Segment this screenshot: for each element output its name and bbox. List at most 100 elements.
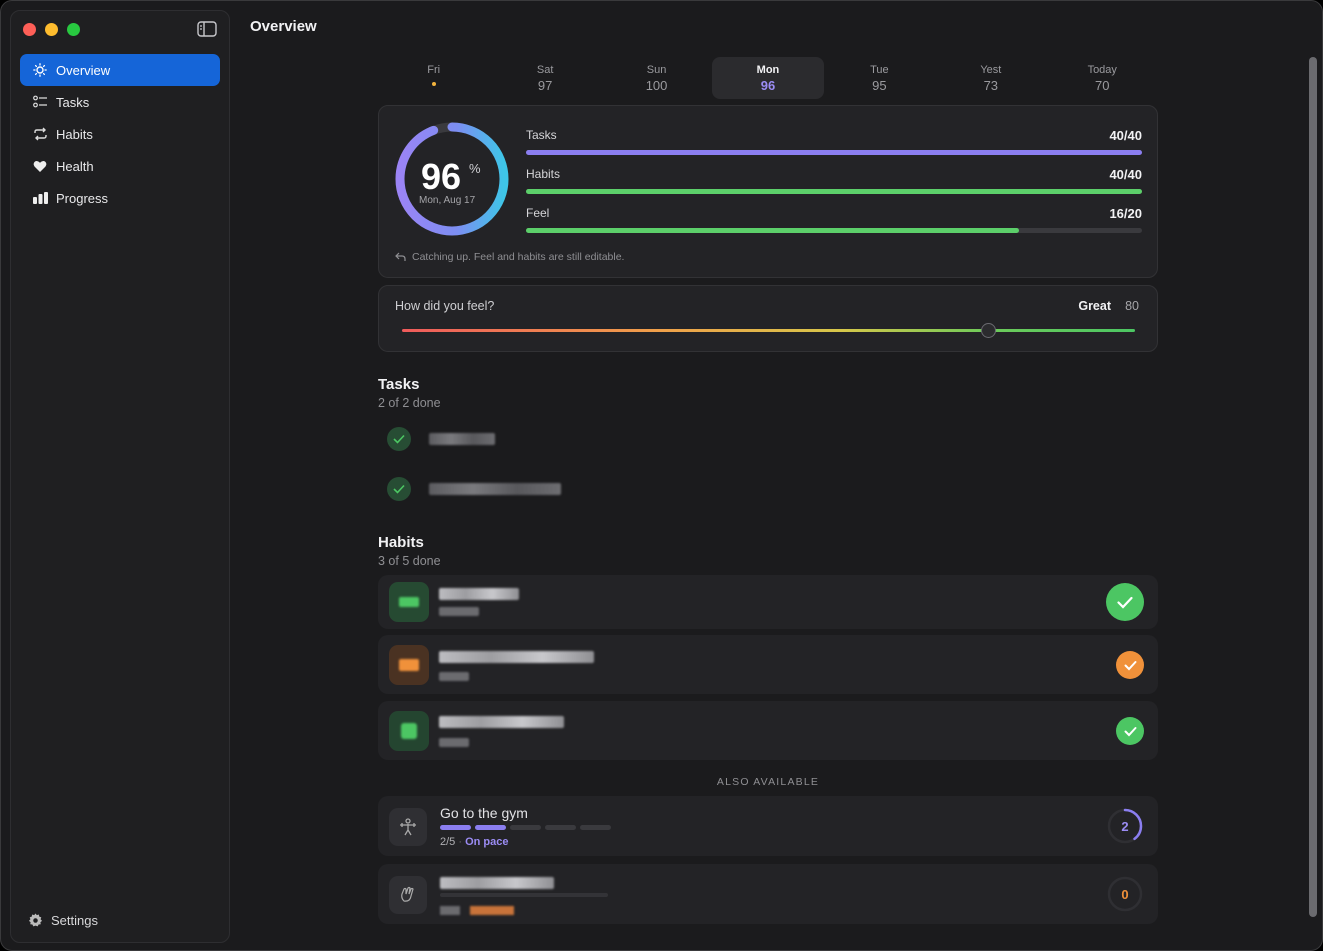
day-score: 97 [537, 78, 553, 93]
sidebar: Overview Tasks Habits Health Progress Se… [10, 10, 230, 943]
day-name: Sun [646, 64, 667, 76]
metric-bar [526, 150, 1142, 155]
habit-title-redacted [439, 716, 564, 728]
habit-icon [389, 582, 429, 622]
feel-slider-track[interactable] [402, 329, 1135, 332]
minimize-window-button[interactable] [45, 23, 58, 36]
available-habit-row[interactable]: Go to the gym 2/5 · On pace 2 [378, 796, 1158, 856]
checkmark-icon [1124, 660, 1136, 670]
day-score: 95 [872, 78, 887, 93]
metric-bar-fill [526, 150, 1142, 155]
day-score: 73 [983, 78, 999, 93]
available-habit-meta: 2/5 · On pace [440, 836, 509, 848]
day-name: Sat [536, 64, 554, 76]
feel-slider-thumb[interactable] [980, 323, 996, 338]
progress-segment [440, 825, 471, 830]
metric-value: 40/40 [1109, 167, 1142, 182]
day-tab-sun[interactable]: Sun 100 [601, 57, 712, 99]
sidebar-toggle-icon[interactable] [197, 21, 217, 37]
feel-card: How did you feel? Great 80 [378, 285, 1158, 352]
habit-title-redacted [439, 651, 594, 663]
settings-label: Settings [51, 912, 98, 928]
habit-subtitle-redacted [439, 738, 469, 747]
habits-section-title: Habits [378, 534, 424, 551]
checkmark-icon [393, 434, 405, 444]
metric-label: Tasks [526, 128, 557, 142]
sidebar-item-label: Progress [56, 190, 109, 206]
count-value: 2 [1121, 818, 1129, 834]
habit-done-button[interactable] [1116, 651, 1144, 679]
progress-segment [475, 825, 506, 830]
sidebar-item-habits[interactable]: Habits [20, 118, 220, 150]
metric-label: Feel [526, 206, 550, 220]
window-controls [23, 23, 80, 36]
pace-status: On pace [465, 836, 509, 848]
checkmark-icon [1117, 596, 1133, 609]
habit-subtitle-redacted [439, 672, 469, 681]
task-row[interactable] [387, 477, 561, 501]
undo-icon [395, 252, 406, 261]
note-text: Catching up. Feel and habits are still e… [412, 251, 625, 263]
scrollbar[interactable] [1309, 57, 1317, 917]
task-checkbox[interactable] [387, 477, 411, 501]
metric-value: 40/40 [1109, 128, 1142, 143]
sidebar-item-label: Tasks [56, 94, 90, 110]
day-name: Mon [756, 64, 780, 76]
habit-done-button[interactable] [1106, 583, 1144, 621]
repeat-icon [32, 126, 48, 142]
habit-row[interactable] [378, 701, 1158, 760]
close-window-button[interactable] [23, 23, 36, 36]
app-window: Overview Tasks Habits Health Progress Se… [0, 0, 1323, 951]
score-value: 96 [421, 156, 462, 197]
day-tab-fri[interactable]: Fri [378, 57, 489, 99]
day-tab-sat[interactable]: Sat 97 [489, 57, 600, 99]
metric-tasks: Tasks 40/40 [526, 128, 1142, 155]
day-name: Yest [980, 64, 1002, 76]
day-name: Tue [870, 64, 889, 76]
metric-bar-fill [526, 228, 1019, 233]
sidebar-item-health[interactable]: Health [20, 150, 220, 182]
metric-value: 16/20 [1109, 206, 1142, 221]
feel-value: 80 [1125, 299, 1139, 313]
day-tab-yest[interactable]: Yest 73 [935, 57, 1046, 99]
zoom-window-button[interactable] [67, 23, 80, 36]
sidebar-item-progress[interactable]: Progress [20, 182, 220, 214]
habit-icon [389, 645, 429, 685]
also-available-label: ALSO AVAILABLE [716, 776, 820, 788]
metric-label: Habits [526, 167, 561, 181]
sidebar-item-tasks[interactable]: Tasks [20, 86, 220, 118]
sidebar-item-label: Habits [56, 126, 93, 142]
task-title-redacted [429, 483, 561, 495]
metric-bar [526, 189, 1142, 194]
checklist-icon [32, 94, 48, 110]
count-value: 0 [1121, 886, 1129, 902]
progress-count: 2/5 [440, 836, 456, 848]
progress-segment [580, 825, 611, 830]
task-row[interactable] [387, 427, 495, 451]
feel-word: Great [1078, 299, 1111, 313]
available-habit-row[interactable]: 0 [378, 864, 1158, 924]
checkmark-icon [1124, 726, 1136, 736]
day-score: 96 [760, 78, 776, 93]
tasks-section-subtitle: 2 of 2 done [378, 396, 441, 410]
settings-button[interactable]: Settings [27, 912, 98, 928]
summary-card: 96 % Mon, Aug 17 Tasks 40/40 Habits 40/4… [378, 105, 1158, 278]
habit-done-button[interactable] [1116, 717, 1144, 745]
day-tab-mon[interactable]: Mon 96 [712, 57, 824, 99]
page-title: Overview [250, 18, 317, 35]
task-title-redacted [429, 433, 495, 445]
day-tab-today[interactable]: Today 70 [1047, 57, 1158, 99]
available-habit-name-redacted [440, 877, 554, 889]
habit-row[interactable] [378, 635, 1158, 694]
heart-icon [32, 158, 48, 174]
sidebar-nav: Overview Tasks Habits Health Progress [20, 54, 220, 214]
clap-icon [389, 876, 427, 914]
gear-icon [27, 912, 43, 928]
day-tab-tue[interactable]: Tue 95 [824, 57, 935, 99]
task-checkbox[interactable] [387, 427, 411, 451]
score-unit: % [469, 161, 481, 176]
habit-row[interactable] [378, 575, 1158, 629]
sidebar-item-overview[interactable]: Overview [20, 54, 220, 86]
progress-segment [545, 825, 576, 830]
weightlifter-icon [389, 808, 427, 846]
